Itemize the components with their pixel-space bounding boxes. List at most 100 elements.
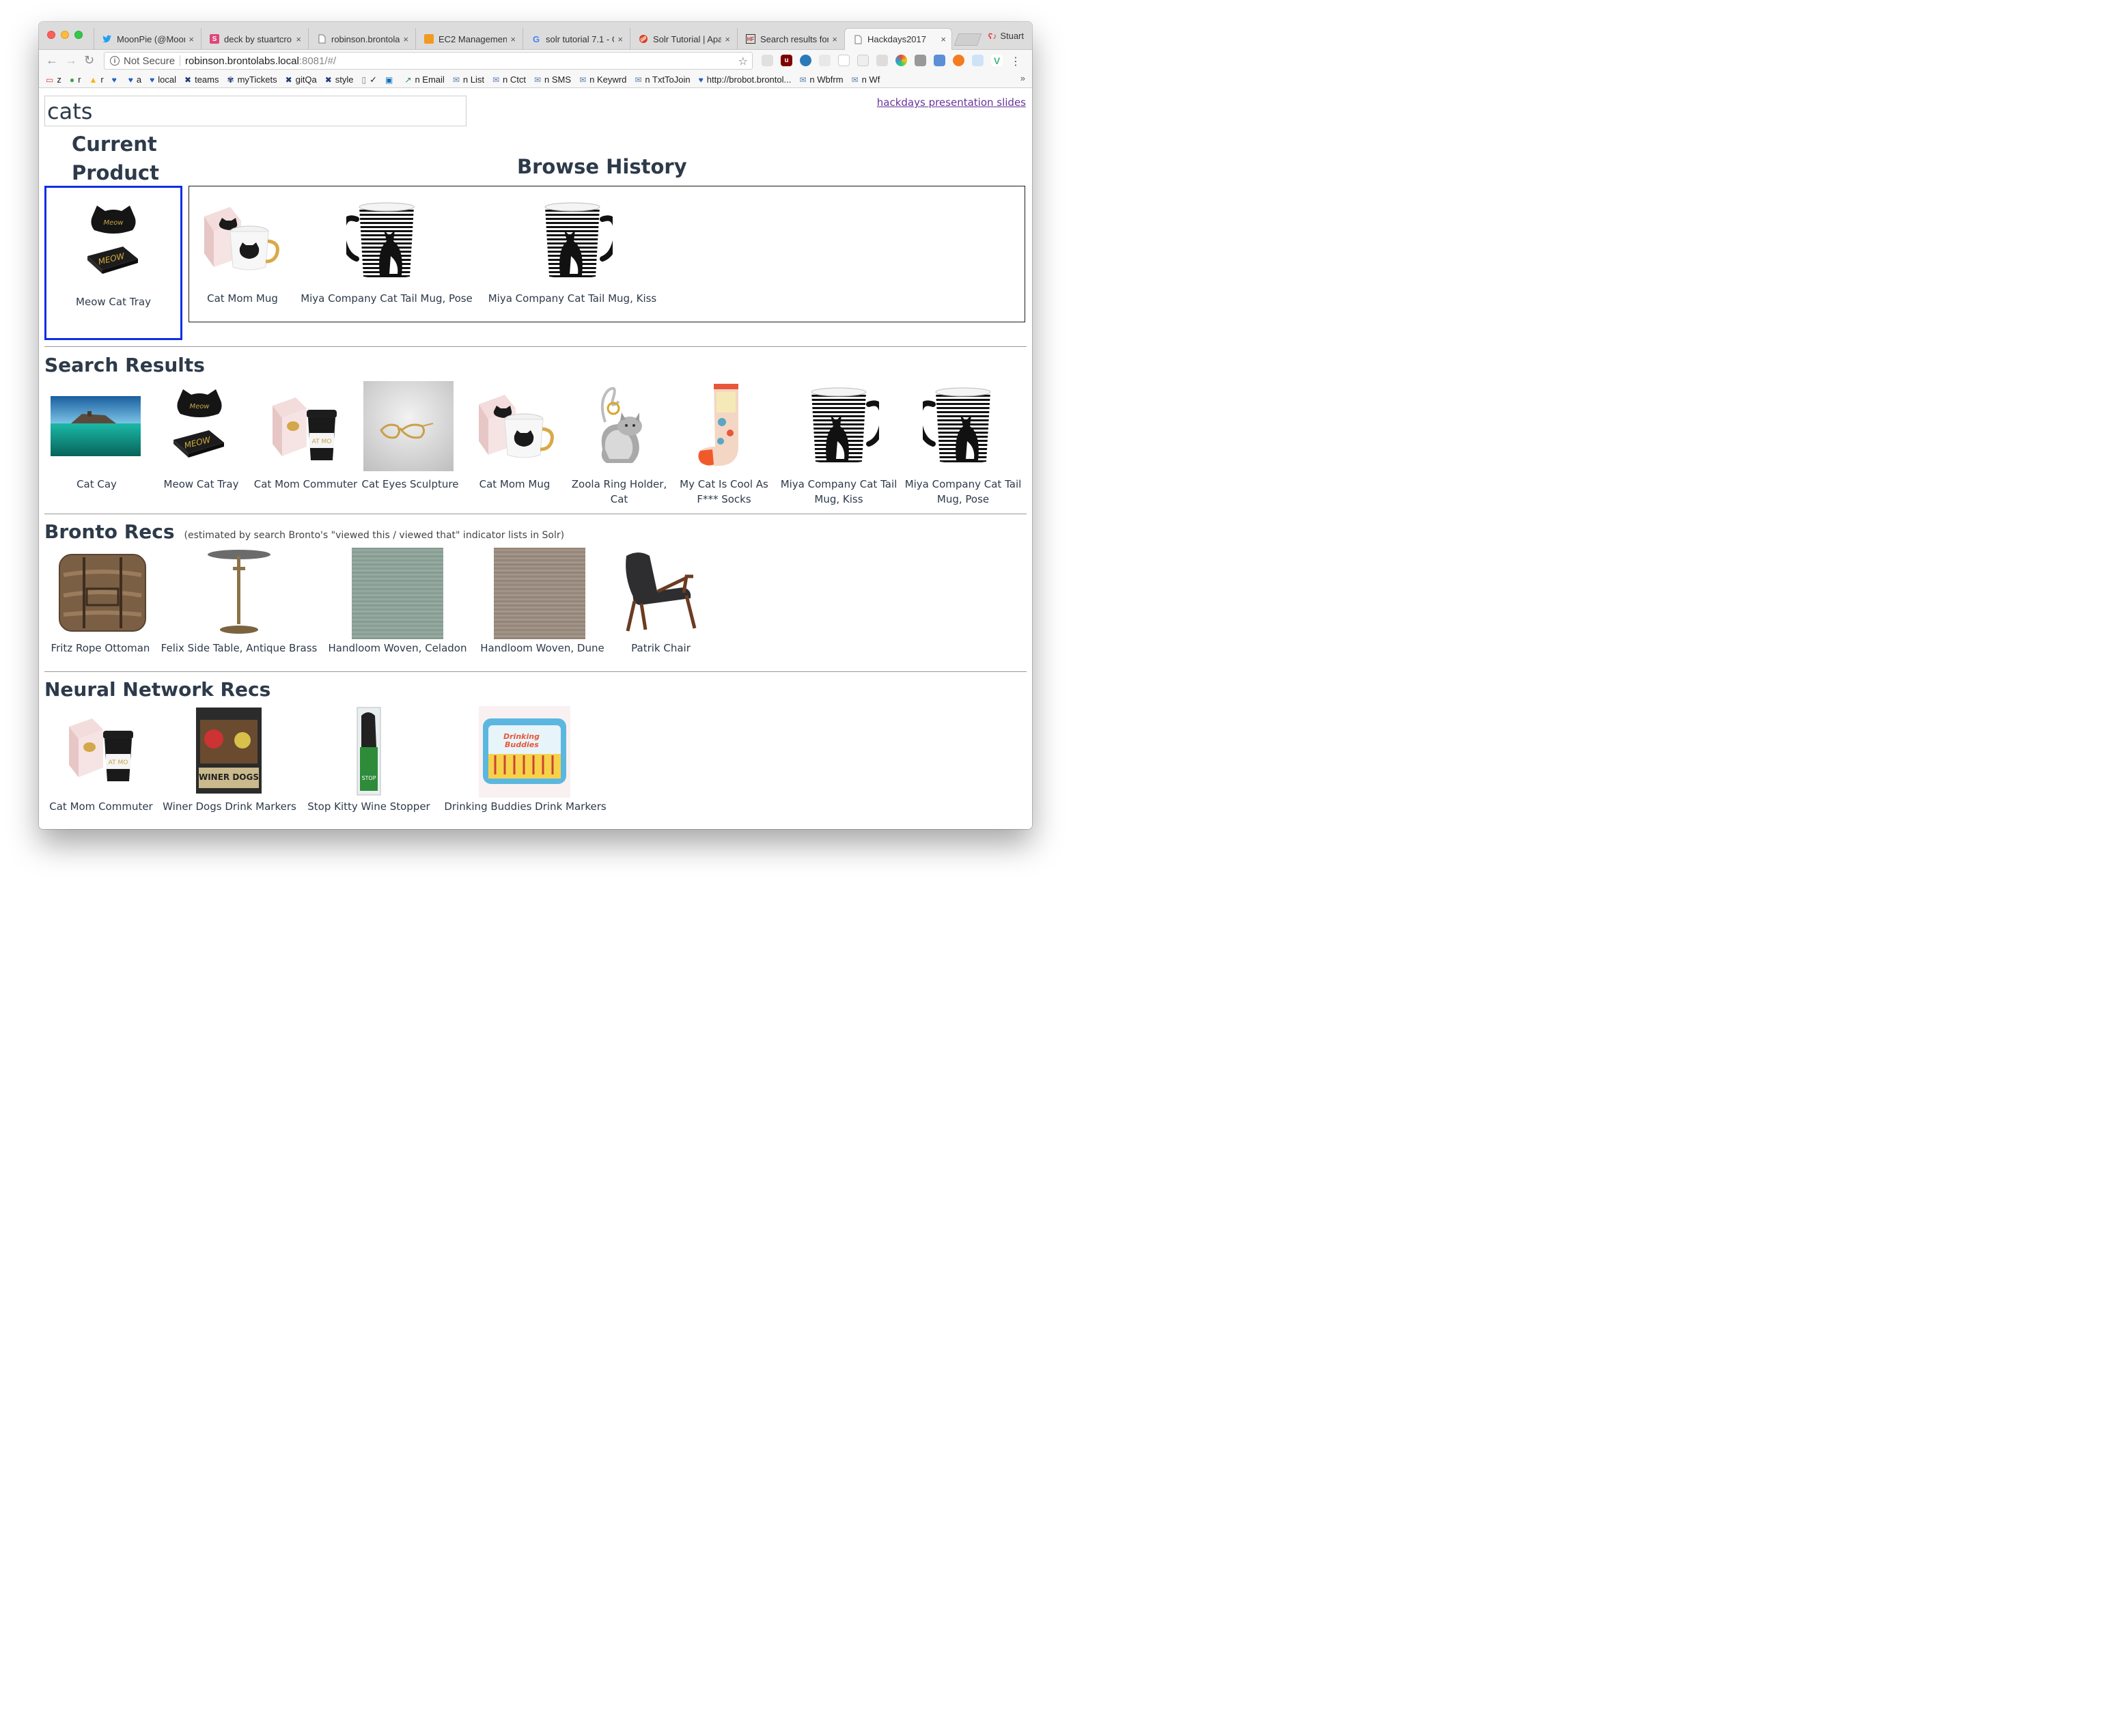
bookmark-star-icon[interactable]: ☆	[738, 55, 748, 68]
neural-rec-item[interactable]: AT MO Cat Mom Commuter	[44, 706, 158, 822]
product-name: Meow Cat Tray	[163, 478, 239, 490]
google-icon: G	[532, 33, 540, 44]
close-icon[interactable]: ×	[832, 34, 837, 44]
address-bar[interactable]: i Not Secure robinson.brontolabs.local:8…	[104, 52, 753, 70]
tab-deck[interactable]: S deck by stuartcro ×	[201, 28, 307, 50]
url-host: robinson.brontolabs.local	[185, 55, 299, 67]
tab-label: deck by stuartcro	[224, 33, 292, 44]
close-icon[interactable]: ×	[510, 34, 516, 44]
info-icon[interactable]: i	[110, 56, 120, 66]
minimize-window-button[interactable]	[61, 31, 69, 39]
close-icon[interactable]: ×	[296, 34, 301, 44]
bookmark-item[interactable]: ✉ n SMS	[534, 74, 571, 85]
search-result-item[interactable]: Miya Company Cat Tail Mug, Kiss	[777, 381, 901, 511]
bookmark-item[interactable]: ♥ a	[128, 74, 141, 85]
bookmark-item[interactable]: ♥ http://brobot.brontol...	[699, 74, 792, 85]
extension-icon[interactable]	[762, 55, 773, 66]
bronto-rec-item[interactable]: Handloom Woven, Dune	[473, 548, 611, 664]
search-result-item[interactable]: Cat Eyes Sculpture	[358, 381, 462, 511]
product-card[interactable]: Meow MEOW Meow Cat Tray	[46, 188, 180, 338]
color-wheel-icon[interactable]	[895, 55, 907, 66]
bookmark-item[interactable]: ✖ gitQa	[286, 74, 317, 85]
back-arrow-icon[interactable]: ←	[46, 53, 58, 68]
bookmark-item[interactable]: ↗ n Email	[404, 74, 444, 85]
neural-rec-item[interactable]: Drinking Buddies Drinking Buddies Drink …	[436, 706, 614, 822]
close-window-button[interactable]	[47, 31, 55, 39]
extension-icon[interactable]	[972, 55, 984, 66]
globe-icon[interactable]	[800, 55, 811, 66]
tab-search-results[interactable]: HF Search results for ×	[737, 28, 843, 50]
current-product-panel: Meow MEOW Meow Cat Tray	[44, 186, 182, 340]
bookmark-item[interactable]: ▲ r	[89, 74, 103, 85]
extension-icon[interactable]	[838, 55, 850, 66]
tab-robinson[interactable]: robinson.brontola ×	[308, 28, 414, 50]
mail-icon: ✉	[452, 74, 460, 85]
bookmark-item[interactable]: ✉ n Wf	[852, 74, 880, 85]
product-name: Meow Cat Tray	[76, 296, 151, 308]
bookmark-item[interactable]: ✖ style	[325, 74, 354, 85]
slides-link[interactable]: hackdays presentation slides	[877, 96, 1026, 109]
svg-text:Meow: Meow	[103, 219, 124, 227]
close-icon[interactable]: ×	[617, 34, 623, 44]
tab-hackdays2017[interactable]: Hackdays2017 ×	[844, 28, 952, 50]
neural-rec-item[interactable]: STOP Stop Kitty Wine Stopper	[301, 706, 436, 822]
history-item[interactable]: Cat Mom Mug	[195, 193, 290, 309]
extension-icon[interactable]	[953, 55, 964, 66]
bookmark-item[interactable]: ✾ myTickets	[227, 74, 277, 85]
eyedropper-icon[interactable]	[915, 55, 926, 66]
tab-ec2[interactable]: EC2 Management ×	[415, 28, 521, 50]
vue-icon[interactable]: V	[991, 55, 1003, 66]
bronto-rec-item[interactable]: Handloom Woven, Celadon	[322, 548, 473, 664]
extension-icon[interactable]	[934, 55, 945, 66]
tab-solr-google[interactable]: G solr tutorial 7.1 - G ×	[523, 28, 628, 50]
search-result-item[interactable]: Cat Cay	[44, 381, 149, 511]
search-result-item[interactable]: Meow MEOW Meow Cat Tray	[149, 381, 253, 511]
page-icon	[317, 34, 326, 44]
search-result-item[interactable]: Miya Company Cat Tail Mug, Pose	[901, 381, 1025, 511]
extension-icon[interactable]	[819, 55, 831, 66]
forward-arrow-icon[interactable]: →	[65, 53, 77, 68]
bookmark-item[interactable]: ♥ local	[150, 74, 176, 85]
search-result-item[interactable]: AT MO Cat Mom Commuter	[253, 381, 358, 511]
bookmark-item[interactable]: ✉ n Keywrd	[579, 74, 626, 85]
bronto-rec-item[interactable]: Patrik Chair	[611, 548, 710, 664]
new-tab-button[interactable]	[954, 33, 982, 46]
bookmark-item[interactable]: ● r	[70, 74, 81, 85]
bookmark-item[interactable]: ✖ teams	[184, 74, 219, 85]
bookmark-item[interactable]: ✉ n Wbfrm	[799, 74, 843, 85]
close-icon[interactable]: ×	[941, 34, 946, 44]
bookmark-item[interactable]: ✉ n TxtToJoin	[635, 74, 690, 85]
menu-icon[interactable]: ⋮	[1010, 55, 1021, 68]
extension-icon[interactable]	[857, 55, 869, 66]
close-icon[interactable]: ×	[725, 34, 730, 44]
page-content: hackdays presentation slides Current Pro…	[39, 89, 1032, 829]
tab-moonpie[interactable]: MoonPie (@Moon ×	[94, 28, 199, 50]
bronto-rec-item[interactable]: Felix Side Table, Antique Brass	[156, 548, 322, 664]
history-item[interactable]: Miya Company Cat Tail Mug, Kiss	[483, 193, 662, 309]
bookmark-item[interactable]: ✉ n Ctct	[492, 74, 526, 85]
bookmark-item[interactable]: ▣	[385, 75, 396, 85]
bookmarks-overflow-button[interactable]: »	[1020, 73, 1025, 83]
close-icon[interactable]: ×	[403, 34, 408, 44]
bookmark-item[interactable]: ♥	[112, 75, 120, 85]
tab-solr-tutorial[interactable]: Solr Tutorial | Apa ×	[630, 28, 736, 50]
zoom-window-button[interactable]	[74, 31, 83, 39]
ublock-icon[interactable]: u	[781, 55, 792, 66]
search-input[interactable]	[44, 96, 467, 126]
close-icon[interactable]: ×	[189, 34, 194, 44]
bookmark-item[interactable]: ▯ ✓	[362, 74, 378, 85]
history-item[interactable]: Miya Company Cat Tail Mug, Pose	[297, 193, 476, 309]
bookmark-item[interactable]: ▭ z	[46, 74, 61, 85]
search-result-item[interactable]: Zoola Ring Holder, Cat	[567, 381, 671, 511]
search-result-item[interactable]: My Cat Is Cool As F*** Socks	[671, 381, 777, 511]
bronto-recs-heading: Bronto Recs (estimated by search Bronto's…	[44, 520, 564, 543]
product-image: STOP	[353, 706, 385, 796]
extension-icon[interactable]	[876, 55, 888, 66]
bronto-rec-item[interactable]: Fritz Rope Ottoman	[44, 548, 156, 664]
tab-label: robinson.brontola	[331, 33, 400, 44]
search-result-item[interactable]: Cat Mom Mug	[462, 381, 567, 511]
profile-button[interactable]: ʕ♪ Stuart	[988, 31, 1024, 41]
bookmark-item[interactable]: ✉ n List	[453, 74, 484, 85]
reload-icon[interactable]: ↻	[84, 53, 94, 68]
neural-rec-item[interactable]: WINER DOGS Winer Dogs Drink Markers	[158, 706, 301, 822]
